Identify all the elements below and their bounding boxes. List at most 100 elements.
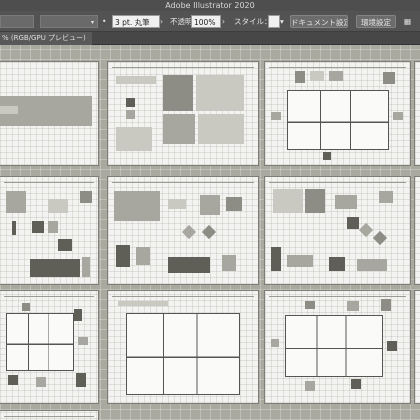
item-photo [351,379,361,389]
plant-photo [76,373,86,387]
document-tab-label: % (RGB/GPU プレビュー) [2,34,86,42]
chevron-down-icon[interactable]: › [160,15,168,28]
item-photo [310,71,324,81]
artboard-11[interactable] [265,291,410,403]
artboard-2[interactable] [108,62,258,165]
floor-plan [285,315,383,377]
lamp-photo [82,257,90,277]
texture-swatch [58,239,72,251]
dropdown-arrow-icon: ▾ [90,19,94,26]
item-photo [381,299,391,311]
diamond-swatch [358,222,374,238]
artboard-9[interactable] [0,291,98,403]
color-swatch [126,98,135,107]
item-photo [383,72,395,84]
color-swatch [126,110,135,119]
interior-photo [163,75,193,111]
interior-photo [163,114,195,144]
opacity-chevron-icon[interactable]: › [222,15,230,28]
item-photo [78,337,88,345]
chair-photo [222,255,236,271]
bench-photo [357,259,387,271]
lamp-photo [379,191,393,203]
artboard-6[interactable] [108,177,258,284]
canvas[interactable] [0,45,420,420]
table-photo [287,255,313,267]
item-photo [305,301,315,309]
item-photo [387,341,397,351]
floor-plan [126,313,240,395]
opacity-value: 100% [194,18,216,27]
bedroom-photo [114,191,160,221]
cover-title-box [0,106,18,114]
material-photo [200,195,220,215]
material-photo [6,191,26,213]
interior-photo [196,75,244,111]
floor-plan [287,90,389,150]
app-title: Adobe Illustrator 2020 [165,1,255,10]
interior-photo [198,114,244,144]
material-photo [226,197,242,211]
stroke-style-icon[interactable]: • [102,15,110,28]
material-photo [347,217,359,229]
bed-photo [168,257,210,273]
material-photo [335,195,357,209]
plant-photo [8,375,18,385]
sofa-photo [30,259,80,277]
room-photo [273,189,303,213]
diamond-swatch [181,224,197,240]
style-chevron-icon[interactable]: ▾ [280,15,287,28]
artboard-3[interactable] [265,62,410,165]
item-photo [36,377,46,387]
chair-photo [116,245,130,267]
material-photo [48,199,68,213]
artboard-8[interactable] [415,177,420,284]
item-photo [329,71,343,81]
room-photo [305,189,325,213]
item-photo [22,303,30,311]
item-photo [323,152,331,160]
artboard-1[interactable] [0,62,98,165]
style-label: スタイル： [234,17,268,26]
stroke-field[interactable]: ▾ [40,15,98,28]
item-photo [295,71,305,83]
style-swatch[interactable] [268,15,280,28]
plan-caption [118,301,168,306]
control-bar: ▾ • 3 pt. 丸筆 › 不透明度： 100% › スタイル： ▾ ドキュメ… [0,11,420,32]
item-photo [393,112,403,120]
plant-photo [74,309,82,321]
fill-field[interactable] [0,15,34,28]
furniture-item [48,221,58,233]
artboard-10[interactable] [108,291,258,403]
floor-plan [6,313,74,371]
artboard-4[interactable] [415,62,420,165]
shelf-photo [271,247,281,271]
item-photo [305,381,315,391]
concept-heading [116,76,156,84]
item-photo [347,301,359,311]
artboard-12[interactable] [415,291,420,403]
stroke-weight-value: 3 pt. 丸筆 [115,18,150,27]
material-photo [168,199,186,209]
item-photo [271,112,281,120]
diamond-swatch [372,230,388,246]
material-photo [80,191,92,203]
furniture-item [32,221,44,233]
chair-photo [329,257,345,271]
document-tab-bar: % (RGB/GPU プレビュー) [0,32,420,45]
document-settings-button[interactable]: ドキュメント設定 [290,15,348,28]
artboard-7[interactable] [265,177,410,284]
stroke-weight-field[interactable]: 3 pt. 丸筆 [112,15,160,28]
item-photo [271,339,279,347]
arrange-icon[interactable]: ▦ [404,15,416,28]
furniture-item [12,221,16,235]
app-title-bar: Adobe Illustrator 2020 [0,0,420,11]
artboard-13[interactable] [0,411,98,420]
chair-photo [136,247,150,265]
diamond-swatch [201,224,217,240]
opacity-field[interactable]: 100% [191,15,221,28]
document-tab[interactable]: % (RGB/GPU プレビュー) [0,32,92,45]
artboard-5[interactable] [0,177,98,284]
note-text-block [116,127,152,151]
preferences-button[interactable]: 環境設定 [356,15,396,28]
